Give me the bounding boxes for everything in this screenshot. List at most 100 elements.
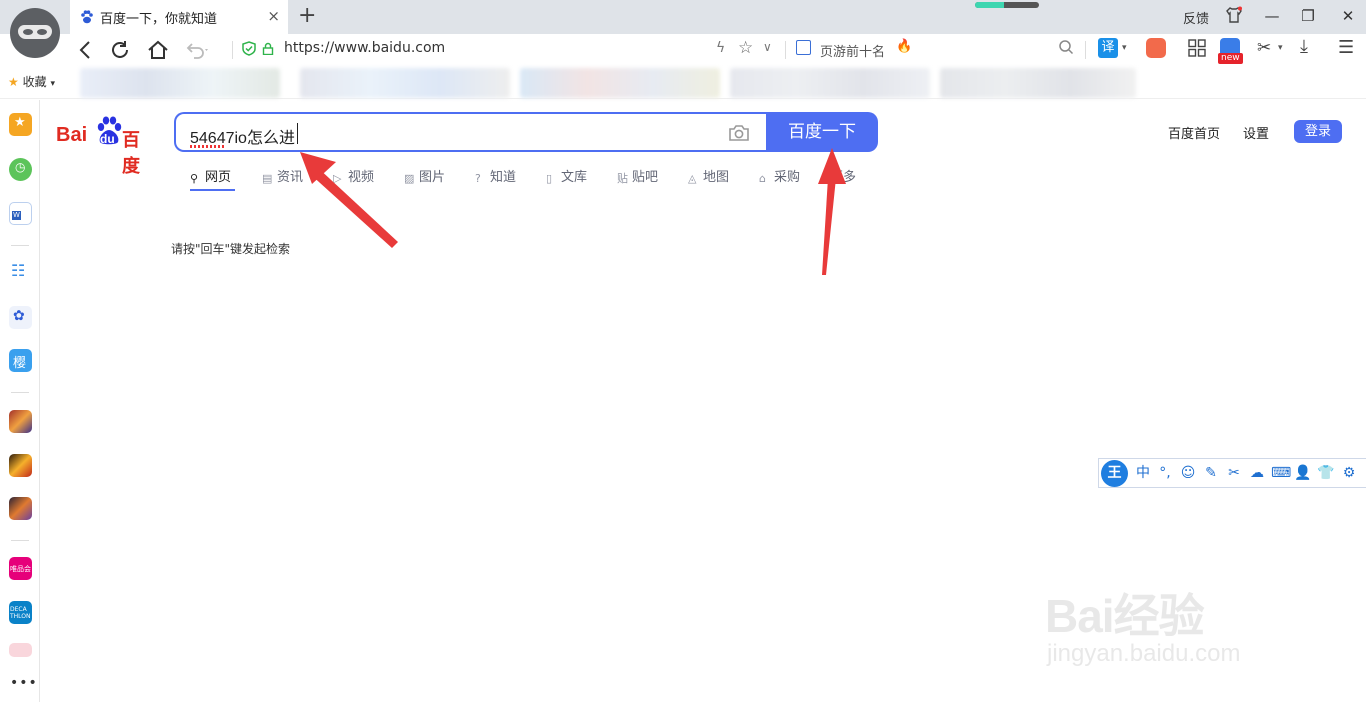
settings-gear-icon[interactable]: ⚙	[1340, 464, 1358, 482]
feedback-link[interactable]: 反馈	[1183, 8, 1209, 27]
sakura-app-icon[interactable]: 樱	[9, 349, 32, 372]
restore-button[interactable]: ❐	[1293, 3, 1323, 29]
tools-list-icon[interactable]: ☷	[9, 261, 32, 284]
tab-wenku[interactable]: ▯ 文库	[546, 166, 587, 185]
tab-title: 百度一下，你就知道	[100, 12, 218, 27]
hot-search-link[interactable]: 页游前十名	[820, 41, 885, 60]
emoji-icon[interactable]: ☺	[1179, 464, 1197, 482]
watermark-brand: Bai经验	[1045, 590, 1205, 642]
punctuation-icon[interactable]: °,	[1156, 464, 1174, 482]
undo-close-icon[interactable]	[184, 38, 208, 62]
user-icon[interactable]: 👤	[1294, 464, 1312, 482]
tab-label: 视频	[348, 170, 375, 185]
screenshot-scissors-icon[interactable]: ✂	[1225, 464, 1243, 482]
translate-button[interactable]: 译	[1098, 38, 1118, 58]
logo-chinese: 百度	[122, 130, 140, 177]
home-icon[interactable]	[146, 38, 170, 62]
speed-mode-icon[interactable]: ϟ	[716, 40, 725, 56]
search-box[interactable]: 54647io怎么进	[174, 112, 768, 152]
refresh-icon[interactable]	[108, 38, 132, 62]
blurred-bookmarks	[300, 68, 510, 98]
tab-purchase[interactable]: ⌂ 采购	[759, 166, 800, 185]
bookmark-star-icon[interactable]: ☆	[738, 38, 753, 58]
handwriting-pen-icon[interactable]: ✎	[1202, 464, 1220, 482]
login-button[interactable]: 登录	[1294, 120, 1342, 143]
decathlon-icon[interactable]: DECA THLON	[9, 601, 32, 624]
tieba-icon: 贴	[617, 172, 628, 185]
map-pin-icon: ◬	[688, 172, 697, 185]
tab-tieba[interactable]: 贴贴吧	[617, 166, 658, 185]
url-input[interactable]: https://www.baidu.com	[284, 40, 445, 56]
tab-close-icon[interactable]: ×	[267, 7, 280, 25]
news-icon: ▤	[262, 172, 273, 185]
document-icon: ▯	[546, 172, 553, 185]
ime-mode-toggle[interactable]: 中	[1134, 464, 1152, 482]
caret-down-icon[interactable]: ▾	[1122, 43, 1127, 53]
cloud-icon[interactable]: ☁	[1248, 464, 1266, 482]
security-shield-icon	[242, 41, 256, 56]
tab-label: 网页	[205, 170, 232, 185]
baidu-home-link[interactable]: 百度首页	[1168, 123, 1220, 142]
baidu-paw-icon[interactable]: ✿	[9, 306, 32, 329]
spellcheck-underline	[190, 145, 226, 148]
logo-bai: Bai	[56, 124, 88, 146]
browser-tab[interactable]: 百度一下，你就知道 ×	[70, 0, 288, 34]
more-apps-icon[interactable]: •••	[10, 675, 38, 691]
caret-down-icon[interactable]: ▾	[1278, 43, 1283, 53]
favorites-star-icon[interactable]: ★	[9, 113, 32, 136]
text-caret	[297, 123, 298, 144]
bookmarks-menu[interactable]: ★ 收藏 ▾	[8, 73, 55, 90]
tab-label: 图片	[419, 170, 446, 185]
skin-shirt-icon[interactable]	[1225, 6, 1243, 24]
keyboard-icon[interactable]: ⌨	[1271, 464, 1291, 482]
game-app-icon[interactable]	[9, 454, 32, 477]
ime-logo[interactable]: 王	[1101, 460, 1128, 487]
divider	[11, 245, 29, 246]
history-clock-icon[interactable]: ◷	[9, 158, 32, 181]
tab-video[interactable]: ▷ 视频	[333, 166, 374, 185]
tab-label: 采购	[774, 170, 801, 185]
game-app-icon[interactable]	[9, 410, 32, 433]
close-window-button[interactable]: ✕	[1333, 3, 1363, 29]
load-progress-bar	[975, 2, 1039, 8]
skin-shirt-icon[interactable]: 👕	[1317, 464, 1335, 482]
divider	[785, 41, 786, 59]
search-icon[interactable]	[1058, 39, 1074, 55]
settings-link[interactable]: 设置	[1243, 123, 1269, 142]
video-icon: ▷	[333, 172, 342, 185]
word-document-icon[interactable]: W	[9, 202, 32, 225]
shop-icon: ⌂	[759, 172, 766, 185]
image-icon: ▨	[404, 172, 415, 185]
tab-web[interactable]: ⚲ 网页	[190, 166, 231, 185]
game-app-icon[interactable]	[9, 497, 32, 520]
new-tab-button[interactable]: +	[298, 4, 316, 28]
star-icon: ★	[8, 75, 19, 89]
search-button[interactable]: 百度一下	[766, 112, 878, 152]
tab-map[interactable]: ◬ 地图	[688, 166, 729, 185]
apps-grid-icon[interactable]	[1188, 39, 1206, 57]
game-controller-icon[interactable]	[1146, 38, 1166, 58]
tab-news[interactable]: ▤ 资讯	[262, 166, 303, 185]
tab-label: 更多	[830, 170, 857, 185]
search-icon: ⚲	[190, 172, 199, 185]
watermark: Bai经验 jingyan.baidu.com	[1045, 560, 1345, 680]
download-icon[interactable]: ⤓	[1300, 36, 1308, 57]
incognito-avatar-icon[interactable]	[10, 8, 60, 58]
shop-app-icon[interactable]	[9, 643, 32, 657]
tab-zhidao[interactable]: ? 知道	[475, 166, 516, 185]
tab-more[interactable]: 更多	[830, 166, 856, 185]
tab-images[interactable]: ▨ 图片	[404, 166, 445, 185]
vip-shop-icon[interactable]: 唯品会	[9, 557, 32, 580]
screenshot-scissors-icon[interactable]: ✂	[1257, 38, 1271, 58]
minimize-button[interactable]: —	[1257, 3, 1287, 29]
new-badge: new	[1218, 53, 1243, 64]
question-icon: ?	[475, 172, 481, 185]
back-icon[interactable]	[74, 38, 98, 62]
arrow-head	[300, 152, 336, 184]
blurred-bookmarks	[80, 68, 280, 98]
watermark-site: jingyan.baidu.com	[1047, 640, 1241, 667]
main-menu-icon[interactable]: ☰	[1338, 37, 1354, 58]
chevron-down-icon[interactable]: ∨	[763, 40, 772, 54]
caret-down-icon: ▾	[50, 79, 55, 89]
camera-icon[interactable]	[728, 124, 750, 142]
